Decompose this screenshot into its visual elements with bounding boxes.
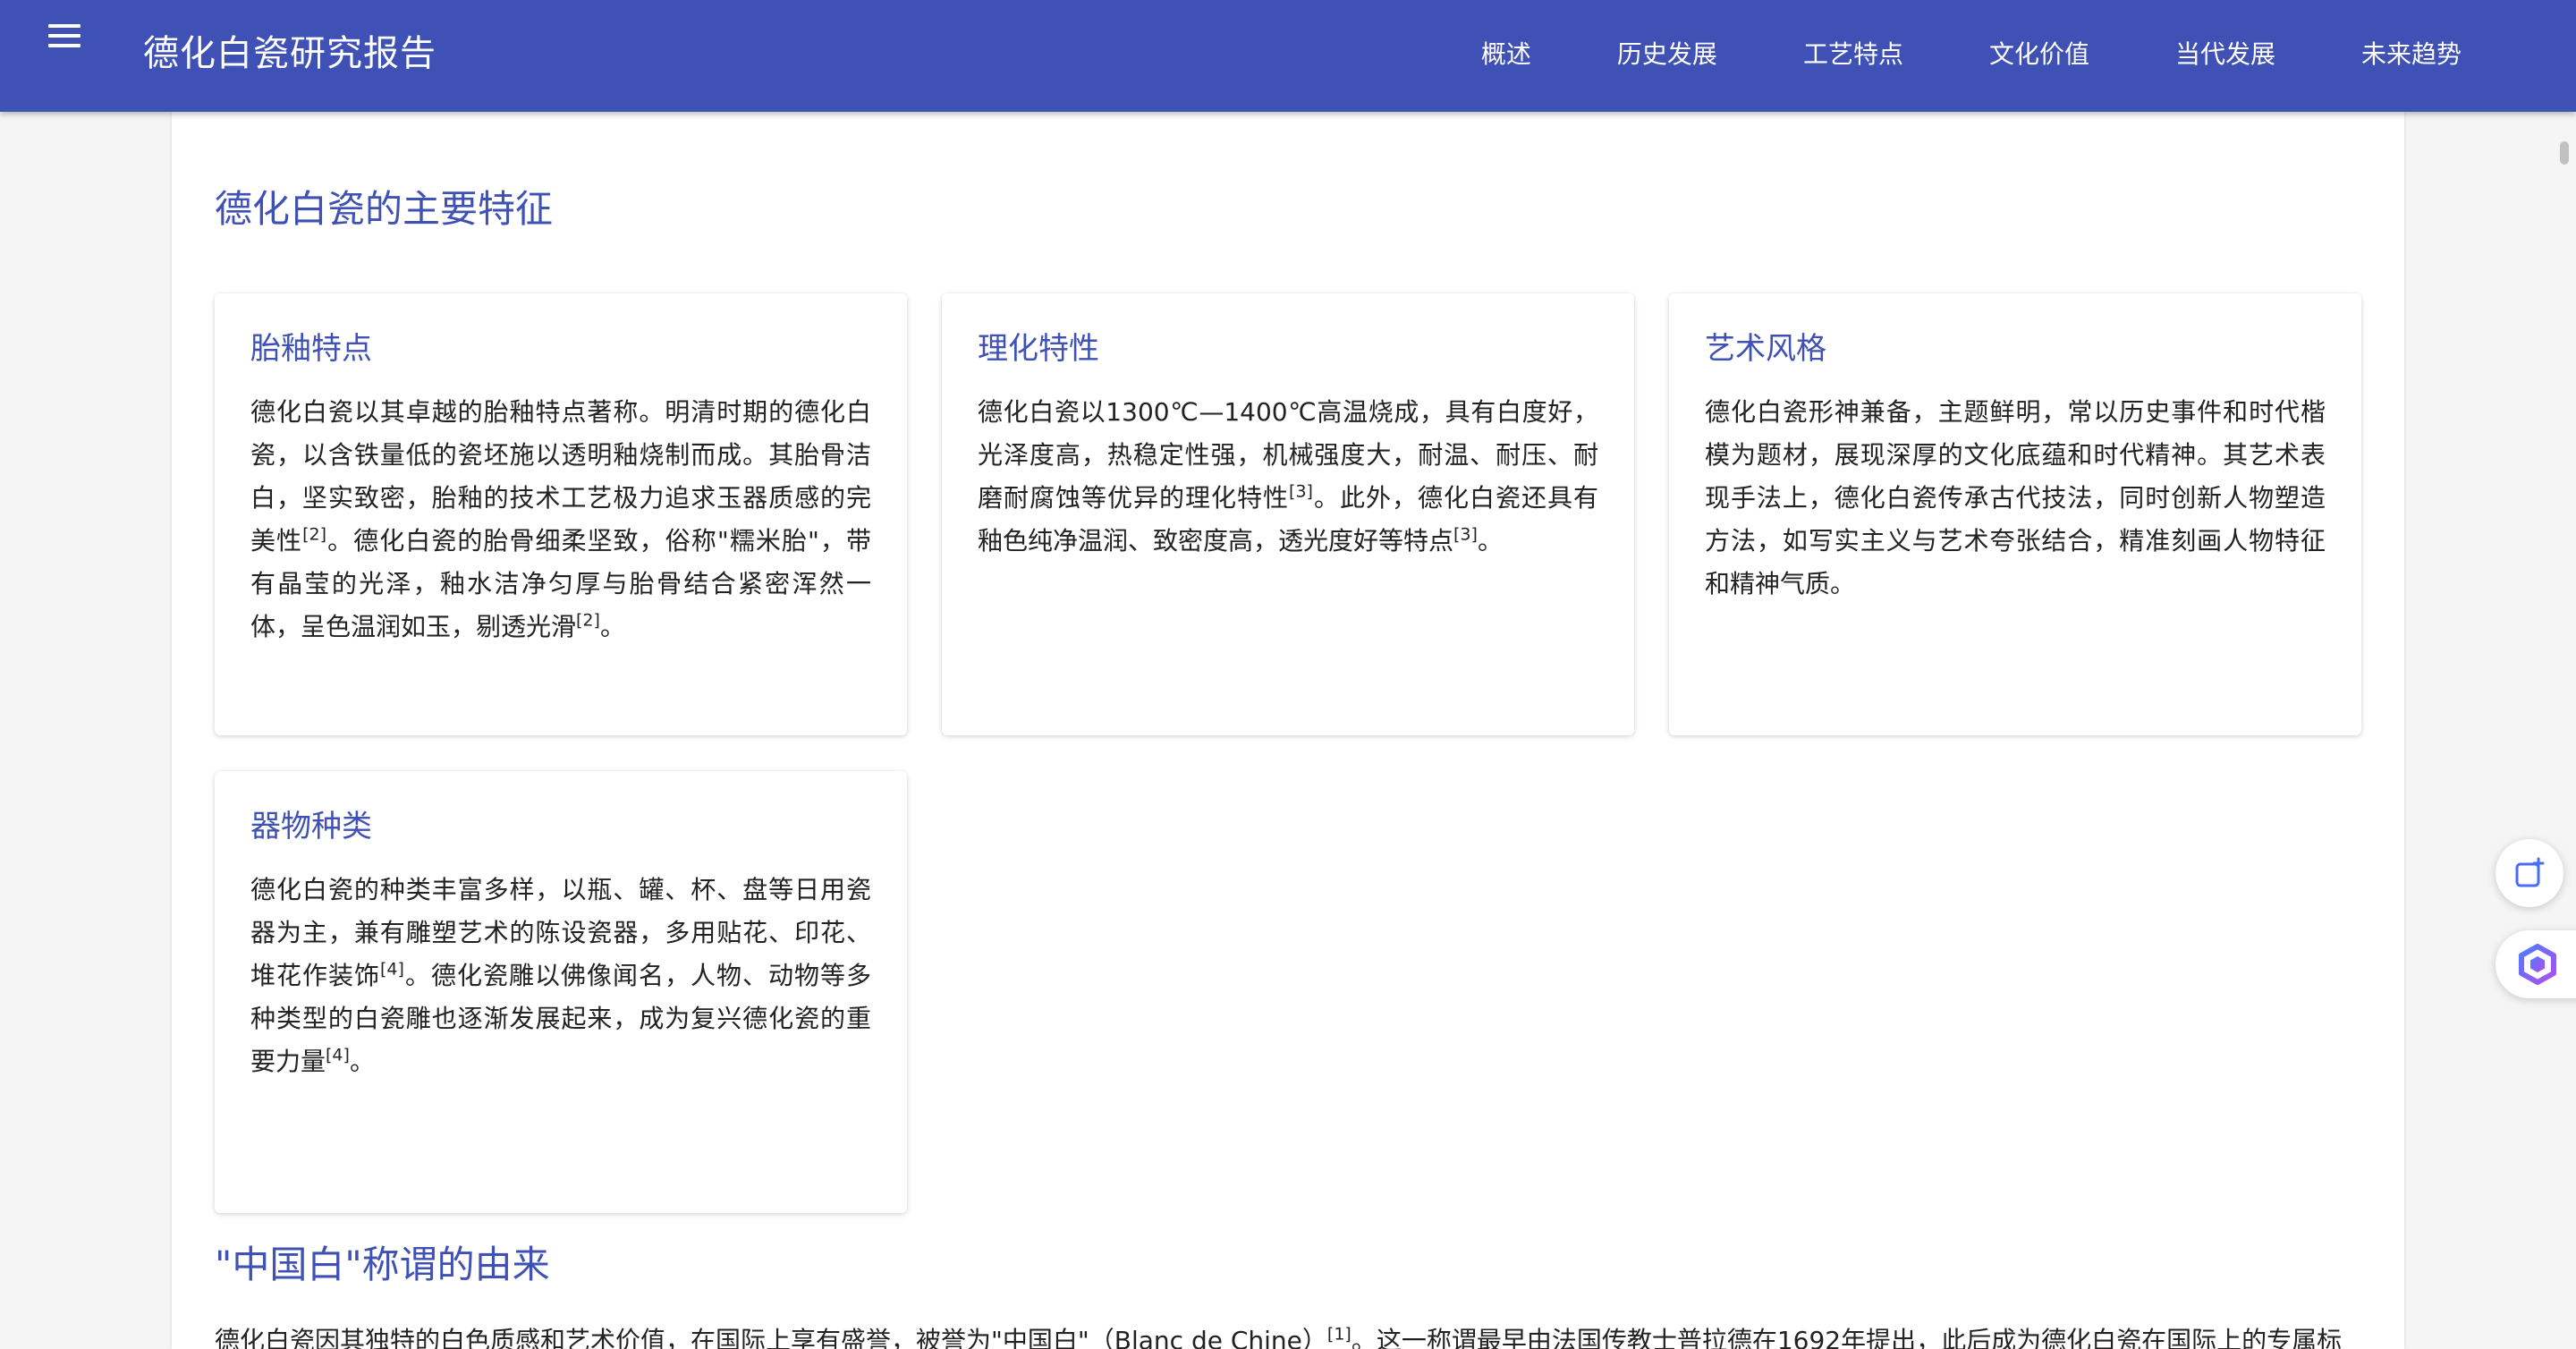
- card-text: 德化白瓷的种类丰富多样，以瓶、罐、杯、盘等日用瓷器为主，兼有雕塑艺术的陈设瓷器，…: [250, 874, 871, 1076]
- nav-link-overview[interactable]: 概述: [1438, 0, 1574, 112]
- section-title-china-white: "中国白"称谓的由来: [215, 1243, 550, 1286]
- section-paragraph: 德化白瓷因其独特的白色质感和艺术价值，在国际上享有盛誉，被誉为"中国白"（Bla…: [215, 1324, 2343, 1349]
- main-content: 德化白瓷的主要特征 胎釉特点 德化白瓷以其卓越的胎釉特点著称。明清时期的德化白瓷…: [172, 112, 2404, 1349]
- feature-card-vessel-types: 器物种类 德化白瓷的种类丰富多样，以瓶、罐、杯、盘等日用瓷器为主，兼有雕塑艺术的…: [215, 771, 907, 1213]
- section-title-features: 德化白瓷的主要特征: [215, 187, 554, 231]
- card-title: 器物种类: [250, 809, 372, 844]
- nav-link-contemporary[interactable]: 当代发展: [2132, 0, 2318, 112]
- card-text: 德化白瓷以1300℃—1400℃高温烧成，具有白度好，光泽度高，热稳定性强，机械…: [978, 396, 1598, 556]
- citation[interactable]: [1]: [1327, 1325, 1352, 1345]
- citation[interactable]: [2]: [576, 610, 600, 630]
- menu-icon[interactable]: [45, 16, 84, 55]
- nav-link-future[interactable]: 未来趋势: [2318, 0, 2576, 112]
- assistant-logo-icon[interactable]: [2496, 930, 2576, 998]
- citation[interactable]: [3]: [1453, 524, 1478, 544]
- citation[interactable]: [4]: [380, 959, 404, 979]
- top-nav: 概述 历史发展 工艺特点 文化价值 当代发展 未来趋势: [1438, 0, 2576, 112]
- scrollbar-thumb[interactable]: [2560, 141, 2569, 165]
- new-chat-icon[interactable]: [2496, 839, 2563, 907]
- nav-link-culture[interactable]: 文化价值: [1946, 0, 2132, 112]
- citation[interactable]: [3]: [1289, 481, 1313, 501]
- feature-card-physical: 理化特性 德化白瓷以1300℃—1400℃高温烧成，具有白度好，光泽度高，热稳定…: [942, 293, 1634, 735]
- app-title: 德化白瓷研究报告: [143, 33, 436, 74]
- citation[interactable]: [2]: [302, 524, 326, 544]
- app-bar: 德化白瓷研究报告 概述 历史发展 工艺特点 文化价值 当代发展 未来趋势: [0, 0, 2576, 112]
- card-title: 理化特性: [978, 331, 1099, 367]
- citation[interactable]: [4]: [326, 1045, 350, 1065]
- feature-card-body-glaze: 胎釉特点 德化白瓷以其卓越的胎釉特点著称。明清时期的德化白瓷，以含铁量低的瓷坯施…: [215, 293, 907, 735]
- card-title: 艺术风格: [1705, 331, 1826, 367]
- nav-link-craft[interactable]: 工艺特点: [1760, 0, 1946, 112]
- card-text: 德化白瓷以其卓越的胎釉特点著称。明清时期的德化白瓷，以含铁量低的瓷坯施以透明釉烧…: [250, 396, 871, 641]
- card-title: 胎釉特点: [250, 331, 372, 367]
- nav-link-history[interactable]: 历史发展: [1574, 0, 1760, 112]
- card-text: 德化白瓷形神兼备，主题鲜明，常以历史事件和时代楷模为题材，展现深厚的文化底蕴和时…: [1705, 396, 2326, 598]
- feature-card-art-style: 艺术风格 德化白瓷形神兼备，主题鲜明，常以历史事件和时代楷模为题材，展现深厚的文…: [1669, 293, 2361, 735]
